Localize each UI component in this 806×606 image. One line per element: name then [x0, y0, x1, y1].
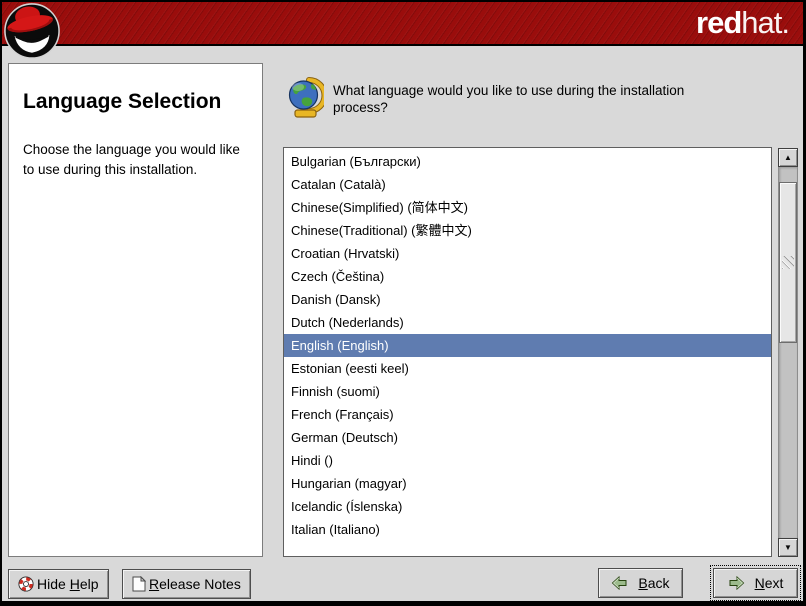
list-item[interactable]: French (Français) [284, 403, 771, 426]
lifebuoy-icon [18, 576, 34, 592]
next-button[interactable]: Next [713, 568, 798, 598]
hide-help-label: Hide Help [37, 576, 99, 592]
hide-help-label-pre: Hide [37, 576, 70, 592]
release-notes-label-post: elease Notes [159, 576, 241, 592]
header: redhat. [2, 2, 803, 46]
scrollbar[interactable]: ▲ ▼ [778, 148, 798, 557]
back-label-mnemonic: B [638, 575, 647, 591]
list-item[interactable]: Icelandic (Íslenska) [284, 495, 771, 518]
wordmark-red: red [696, 5, 741, 40]
release-notes-label-mnemonic: R [149, 576, 159, 592]
list-item[interactable]: Danish (Dansk) [284, 288, 771, 311]
wordmark-hat: hat [741, 5, 781, 40]
list-item[interactable]: Czech (Čeština) [284, 265, 771, 288]
scroll-down-icon: ▼ [784, 543, 792, 552]
release-notes-label: Release Notes [149, 576, 241, 592]
help-panel: Language Selection Choose the language y… [8, 63, 263, 557]
language-list[interactable]: Bulgarian (Български)Catalan (Català)Chi… [283, 147, 772, 557]
scroll-up-button[interactable]: ▲ [778, 148, 798, 167]
document-icon [132, 576, 146, 592]
list-item[interactable]: German (Deutsch) [284, 426, 771, 449]
release-notes-button[interactable]: Release Notes [122, 569, 251, 599]
scrollbar-track[interactable] [778, 167, 798, 538]
next-label-mnemonic: N [755, 575, 765, 591]
globe-icon [287, 77, 324, 119]
hide-help-label-mnemonic: H [70, 576, 80, 592]
next-label: Next [755, 575, 784, 591]
installer-window: redhat. Language Selection Choose the la… [0, 0, 806, 606]
thumb-grip-icon [782, 256, 794, 269]
redhat-wordmark: redhat. [696, 2, 789, 46]
hide-help-label-post: elp [80, 576, 99, 592]
list-item[interactable]: Estonian (eesti keel) [284, 357, 771, 380]
list-item[interactable]: English (English) [284, 334, 771, 357]
list-item[interactable]: Hungarian (magyar) [284, 472, 771, 495]
wordmark-dot: . [781, 5, 789, 40]
list-item[interactable]: Italian (Italiano) [284, 518, 771, 541]
next-label-post: ext [765, 575, 784, 591]
back-button[interactable]: Back [598, 568, 683, 598]
redhat-shadowman-logo [3, 2, 61, 60]
help-text: Choose the language you would like to us… [23, 140, 248, 180]
list-item[interactable]: Finnish (suomi) [284, 380, 771, 403]
back-label: Back [638, 575, 669, 591]
list-item[interactable]: Chinese(Traditional) (繁體中文) [284, 219, 771, 242]
list-item[interactable]: Hindi () [284, 449, 771, 472]
scrollbar-thumb[interactable] [779, 182, 797, 343]
question-text: What language would you like to use duri… [333, 82, 701, 116]
list-item[interactable]: Bulgarian (Български) [284, 150, 771, 173]
scroll-up-icon: ▲ [784, 153, 792, 162]
next-arrow-icon [728, 576, 745, 590]
scroll-down-button[interactable]: ▼ [778, 538, 798, 557]
list-item[interactable]: Croatian (Hrvatski) [284, 242, 771, 265]
hide-help-button[interactable]: Hide Help [8, 569, 109, 599]
list-item[interactable]: Chinese(Simplified) (简体中文) [284, 196, 771, 219]
back-label-post: ack [648, 575, 670, 591]
back-arrow-icon [611, 576, 628, 590]
page-title: Language Selection [23, 90, 248, 114]
list-item[interactable]: Catalan (Català) [284, 173, 771, 196]
list-item[interactable]: Dutch (Nederlands) [284, 311, 771, 334]
